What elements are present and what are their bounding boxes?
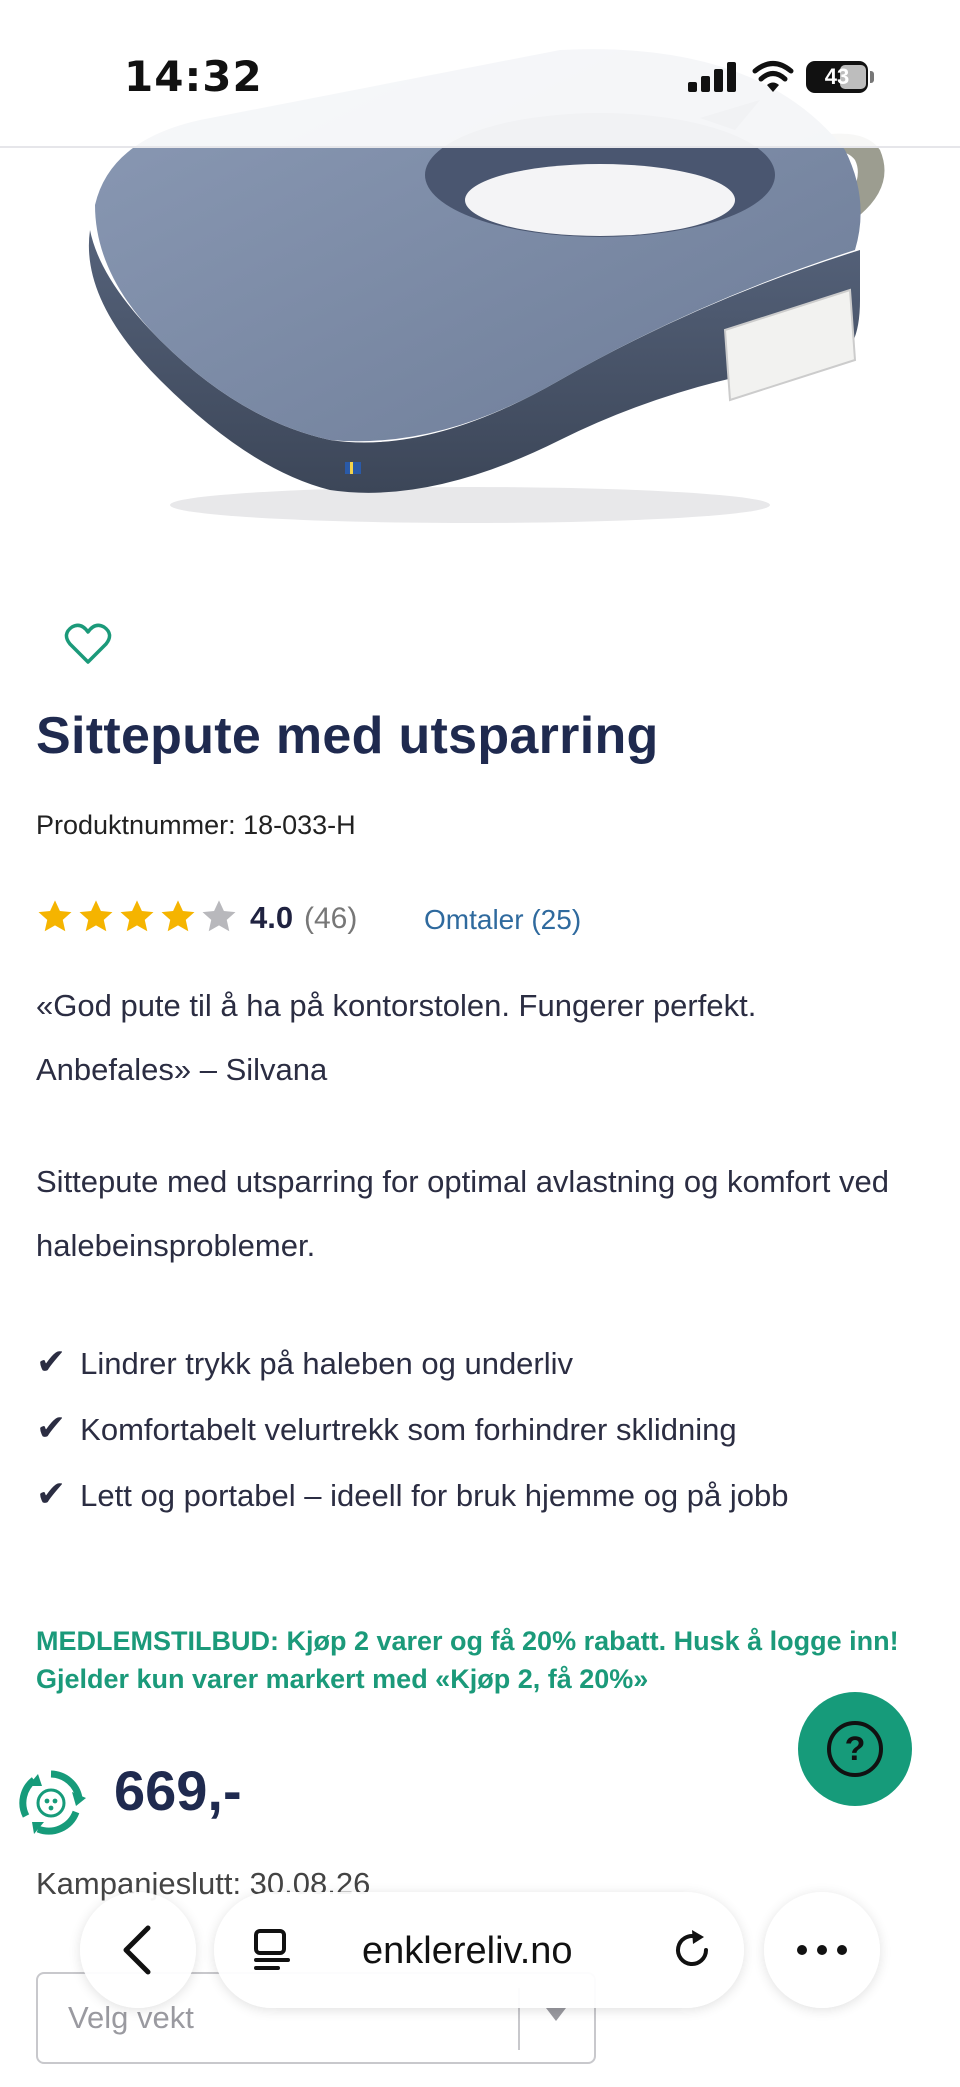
price: 669,- — [114, 1759, 242, 1822]
star-filled-icon — [120, 900, 154, 932]
battery-icon: 43 — [806, 61, 874, 93]
feature-item: ✔ Komfortabelt velurtrekk som forhindrer … — [36, 1396, 916, 1462]
more-button[interactable] — [764, 1892, 880, 2008]
star-filled-icon — [161, 900, 195, 932]
wifi-icon — [752, 61, 794, 92]
feature-list: ✔ Lindrer trykk på haleben og underliv ✔ K… — [36, 1330, 916, 1528]
star-filled-icon — [79, 900, 113, 932]
reload-icon[interactable] — [670, 1928, 714, 1972]
feature-text: Lett og portabel – ideell for bruk hjemm… — [80, 1478, 789, 1513]
customer-quote: «God pute til å ha på kontorstolen. Fung… — [36, 988, 757, 1087]
checkmark-icon: ✔ — [36, 1473, 67, 1514]
feature-item: ✔ Lindrer trykk på haleben og underliv — [36, 1330, 916, 1396]
status-time: 14:32 — [124, 52, 263, 101]
reviews-link[interactable]: Omtaler (25) — [424, 904, 581, 936]
browser-toolbar: enklereliv.no — [0, 1880, 960, 2022]
rating-row: 4.0 (46) Omtaler (25) — [36, 898, 756, 938]
feature-item: ✔ Lett og portabel – ideell for bruk hjem… — [36, 1462, 916, 1528]
product-description: Sittepute med utsparring for optimal avl… — [36, 1164, 889, 1263]
address-bar[interactable]: enklereliv.no — [214, 1892, 744, 2008]
status-bar: 14:32 43 — [0, 0, 960, 148]
wishlist-heart-icon[interactable] — [64, 622, 112, 666]
rating-value: 4.0 — [250, 900, 294, 935]
feature-text: Komfortabelt velurtrekk som forhindrer s… — [80, 1412, 737, 1447]
member-offer-text: MEDLEMSTILBUD: Kjøp 2 varer og få 20% ra… — [36, 1626, 899, 1694]
product-title: Sittepute med utsparring — [36, 707, 659, 765]
url-text: enklereliv.no — [362, 1930, 573, 1972]
star-filled-icon — [38, 900, 72, 932]
rating-count: (46) — [304, 902, 358, 935]
star-empty-icon — [202, 900, 236, 932]
help-button[interactable]: ? — [798, 1692, 912, 1806]
reader-mode-icon[interactable] — [252, 1928, 292, 1972]
question-icon: ? — [827, 1721, 883, 1777]
feature-text: Lindrer trykk på haleben og underliv — [80, 1346, 574, 1381]
recycle-icon — [19, 1770, 86, 1835]
product-number: Produktnummer: 18-033-H — [36, 810, 356, 840]
checkmark-icon: ✔ — [36, 1341, 67, 1382]
battery-percent: 43 — [824, 64, 850, 89]
more-dots-icon — [797, 1945, 847, 1955]
chevron-left-icon — [123, 1925, 151, 1975]
back-button[interactable] — [80, 1892, 196, 2008]
checkmark-icon: ✔ — [36, 1407, 67, 1448]
cellular-signal-icon — [688, 62, 736, 92]
